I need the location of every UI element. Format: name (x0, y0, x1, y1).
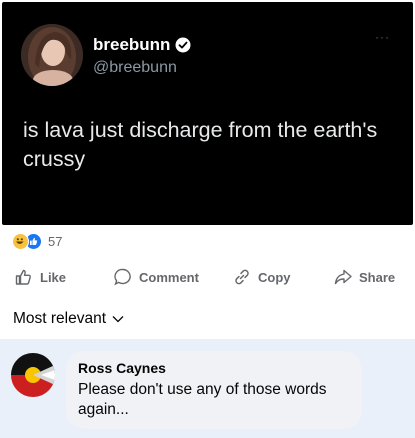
thumbs-up-icon (15, 269, 31, 285)
reaction-summary[interactable]: 57 (12, 231, 62, 251)
chevron-down-icon (112, 316, 124, 323)
like-label: Like (40, 269, 67, 285)
tweet-avatar[interactable] (21, 24, 83, 86)
tweet-handle: @breebunn (93, 59, 177, 76)
share-label: Share (359, 269, 396, 285)
comment-button[interactable]: Comment (113, 262, 199, 292)
tweet-text: is lava just discharge from the earth's … (23, 118, 378, 171)
commenter-avatar[interactable] (11, 353, 55, 397)
reaction-count: 57 (48, 233, 63, 249)
comment-label: Comment (139, 269, 199, 285)
comment-icon (114, 268, 131, 286)
copy-button[interactable]: Copy (232, 262, 291, 292)
haha-icon (12, 232, 29, 250)
post-screenshot: breebunn @breebunn ··· is lava just disc… (0, 0, 415, 438)
comment-bubble: Ross Caynes Please don't use any of thos… (66, 351, 362, 429)
embedded-tweet: breebunn @breebunn ··· is lava just disc… (2, 2, 413, 225)
comment-item: Ross Caynes Please don't use any of thos… (0, 339, 415, 438)
verified-icon (175, 37, 191, 53)
sort-label: Most relevant (13, 310, 107, 327)
like-button[interactable]: Like (14, 262, 66, 292)
more-options-icon[interactable]: ··· (375, 30, 390, 44)
share-icon (334, 269, 352, 285)
action-bar: Like Comment Copy Share (0, 262, 415, 292)
link-icon (235, 269, 249, 285)
share-button[interactable]: Share (333, 262, 395, 292)
commenter-name[interactable]: Ross Caynes (78, 360, 350, 376)
tweet-display-name: breebunn (93, 35, 191, 55)
copy-label: Copy (258, 269, 291, 285)
comment-text: Please don't use any of those words agai… (78, 381, 327, 418)
tweet-display-name-text: breebunn (93, 35, 171, 54)
comment-sort-dropdown[interactable]: Most relevant (13, 310, 124, 328)
